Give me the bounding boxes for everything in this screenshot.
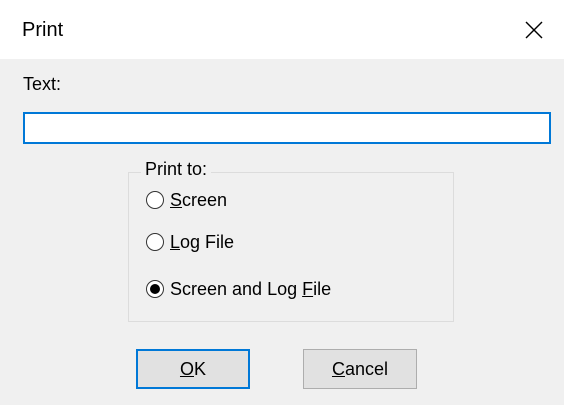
- radio-button-icon[interactable]: [146, 191, 164, 209]
- radio-screen-and-log-file[interactable]: Screen and Log File: [146, 276, 331, 302]
- radio-button-icon[interactable]: [146, 280, 164, 298]
- radio-dot: [150, 284, 160, 294]
- print-dialog: Print Text: Print to: Screen Log File Sc…: [0, 0, 564, 405]
- radio-log-file[interactable]: Log File: [146, 229, 234, 255]
- radio-screen-and-log-file-label: Screen and Log File: [170, 279, 332, 299]
- radio-button-icon[interactable]: [146, 233, 164, 251]
- text-input[interactable]: [23, 112, 551, 144]
- close-button[interactable]: [504, 0, 564, 59]
- radio-screen-label: Screen: [170, 190, 228, 210]
- radio-log-file-label: Log File: [170, 232, 235, 252]
- dialog-title: Print: [22, 19, 64, 41]
- title-bar: Print: [0, 0, 564, 59]
- ok-button[interactable]: OK: [136, 349, 250, 389]
- radio-screen[interactable]: Screen: [146, 187, 227, 213]
- print-to-legend: Print to:: [141, 158, 212, 180]
- close-icon: [525, 21, 543, 38]
- text-label: Text:: [23, 74, 62, 94]
- cancel-button[interactable]: Cancel: [303, 349, 417, 389]
